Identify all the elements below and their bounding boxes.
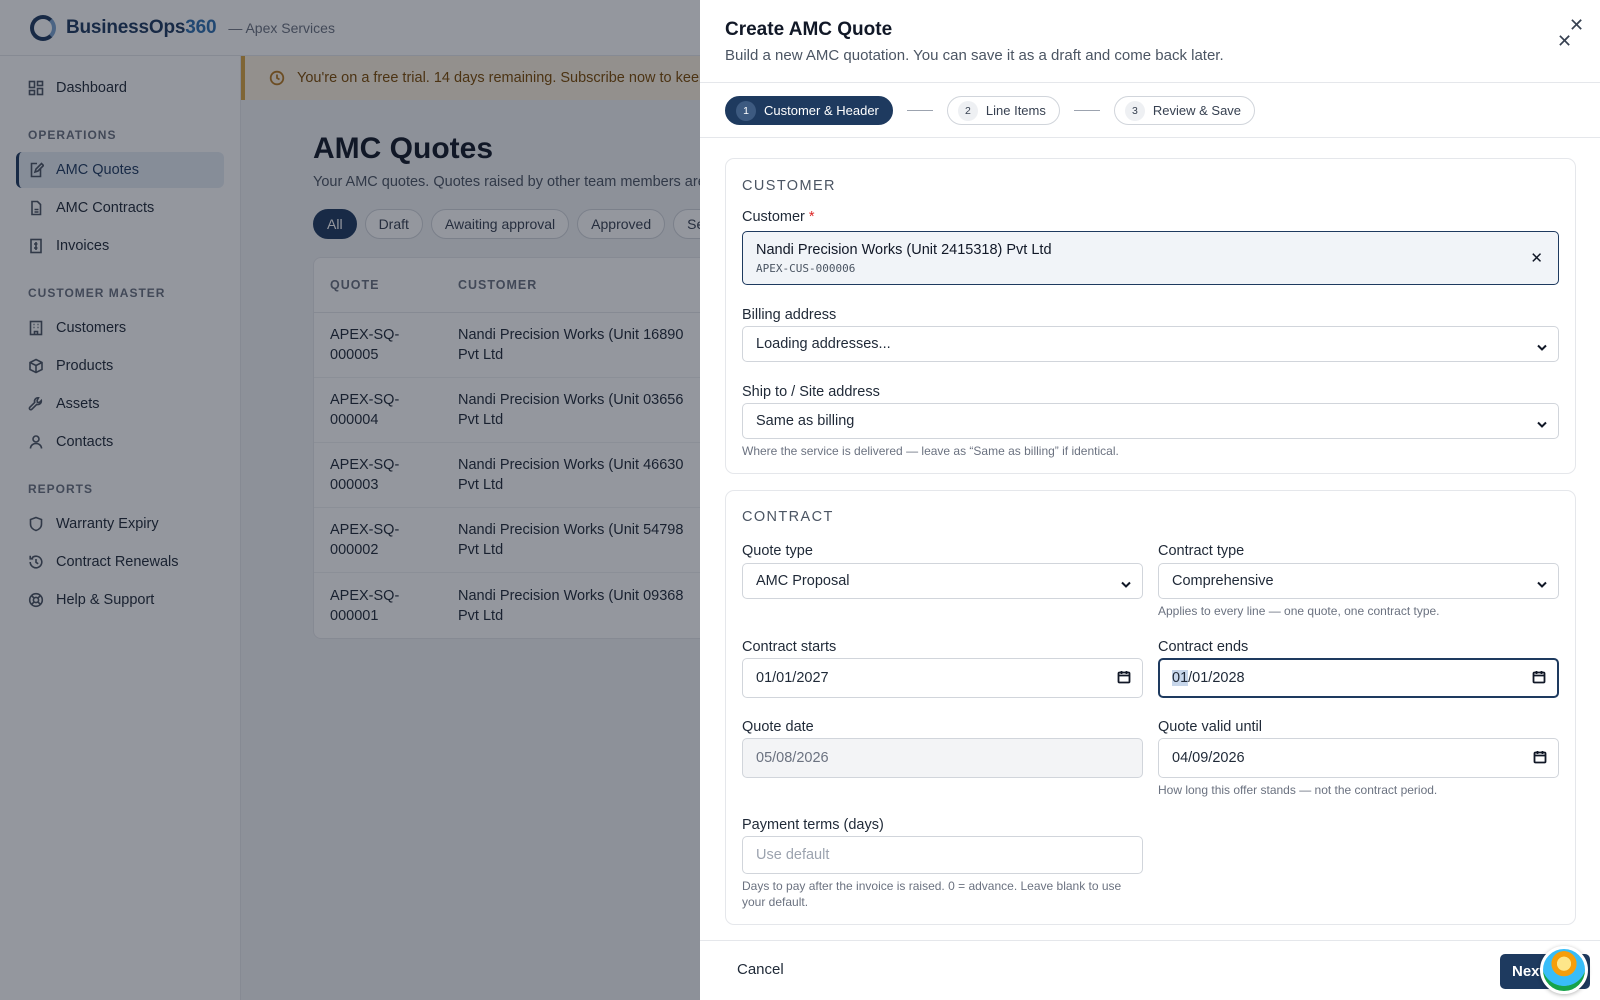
step-label: Review & Save [1152, 103, 1242, 118]
drawer-subtitle: Build a new AMC quotation. You can save … [725, 47, 1224, 64]
quote-type-label: Quote type [742, 543, 813, 559]
quote-type-select[interactable]: AMC Proposal [742, 563, 1143, 599]
customer-section: CUSTOMER Customer * Nandi Precision Work… [725, 158, 1576, 474]
section-heading: CUSTOMER [742, 178, 836, 194]
date-segment-selected: 01 [1172, 670, 1189, 686]
drawer-footer: Cancel Next [700, 940, 1600, 1000]
chevron-down-icon [1121, 577, 1131, 588]
selected-customer-name: Nandi Precision Works (Unit 2415318) Pvt… [756, 242, 1052, 258]
wizard-steps: 1 Customer & Header 2 Line Items 3 Revie… [725, 96, 1256, 125]
divider [700, 137, 1600, 138]
quote-date-input: 05/08/2026 [742, 738, 1143, 778]
create-quote-drawer: Create AMC Quote Build a new AMC quotati… [700, 0, 1600, 1000]
contract-starts-input[interactable]: 01/01/2027 [742, 658, 1143, 698]
step-review-save[interactable]: 3 Review & Save [1113, 96, 1256, 125]
step-number: 1 [736, 100, 756, 121]
contract-starts-label: Contract starts [742, 639, 837, 655]
contract-ends-label: Contract ends [1158, 639, 1249, 655]
contract-section: CONTRACT Quote type AMC Proposal Contrac… [725, 490, 1576, 925]
clear-customer-icon[interactable]: ✕ [1530, 249, 1543, 267]
contract-type-help: Applies to every line — one quote, one c… [1158, 604, 1440, 618]
contract-type-select[interactable]: Comprehensive [1158, 563, 1559, 599]
selected-customer-code: APEX-CUS-000006 [756, 262, 856, 275]
payment-terms-input[interactable]: Use default [742, 836, 1143, 874]
ship-address-select[interactable]: Same as billing [742, 403, 1559, 439]
quote-valid-help: How long this offer stands — not the con… [1158, 783, 1438, 797]
calendar-icon[interactable] [1532, 670, 1546, 684]
quote-date-label: Quote date [742, 719, 814, 735]
step-number: 3 [1124, 100, 1145, 121]
quote-valid-until-label: Quote valid until [1158, 719, 1262, 735]
ship-address-label: Ship to / Site address [742, 384, 880, 400]
assistant-avatar[interactable] [1540, 946, 1588, 994]
step-label: Customer & Header [764, 103, 879, 118]
ship-address-help: Where the service is delivered — leave a… [742, 444, 1119, 458]
step-customer-header[interactable]: 1 Customer & Header [725, 96, 893, 125]
chevron-down-icon [1537, 577, 1547, 588]
cancel-button[interactable]: Cancel [737, 961, 784, 978]
step-line-items[interactable]: 2 Line Items [946, 96, 1060, 125]
contract-ends-input[interactable]: 01/01/2028 [1158, 658, 1559, 698]
step-number: 2 [957, 100, 978, 121]
required-mark: * [808, 209, 815, 225]
chevron-down-icon [1537, 417, 1547, 428]
step-label: Line Items [985, 103, 1046, 118]
step-connector [906, 110, 933, 111]
chevron-down-icon [1537, 340, 1547, 351]
step-connector [1073, 110, 1100, 111]
billing-address-select[interactable]: Loading addresses... [742, 326, 1559, 362]
calendar-icon[interactable] [1117, 670, 1131, 684]
customer-label: Customer * [742, 209, 815, 225]
quote-valid-until-input[interactable]: 04/09/2026 [1158, 738, 1559, 778]
divider [700, 82, 1600, 83]
selected-customer[interactable]: Nandi Precision Works (Unit 2415318) Pvt… [742, 231, 1559, 285]
section-heading: CONTRACT [742, 509, 834, 525]
payment-terms-label: Payment terms (days) [742, 817, 884, 833]
close-drawer-button[interactable]: ✕ [1557, 32, 1572, 50]
calendar-icon[interactable] [1533, 750, 1547, 764]
contract-type-label: Contract type [1158, 543, 1245, 559]
drawer-title: Create AMC Quote [725, 19, 893, 40]
billing-address-label: Billing address [742, 307, 837, 323]
payment-terms-help: Days to pay after the invoice is raised.… [742, 879, 1122, 909]
